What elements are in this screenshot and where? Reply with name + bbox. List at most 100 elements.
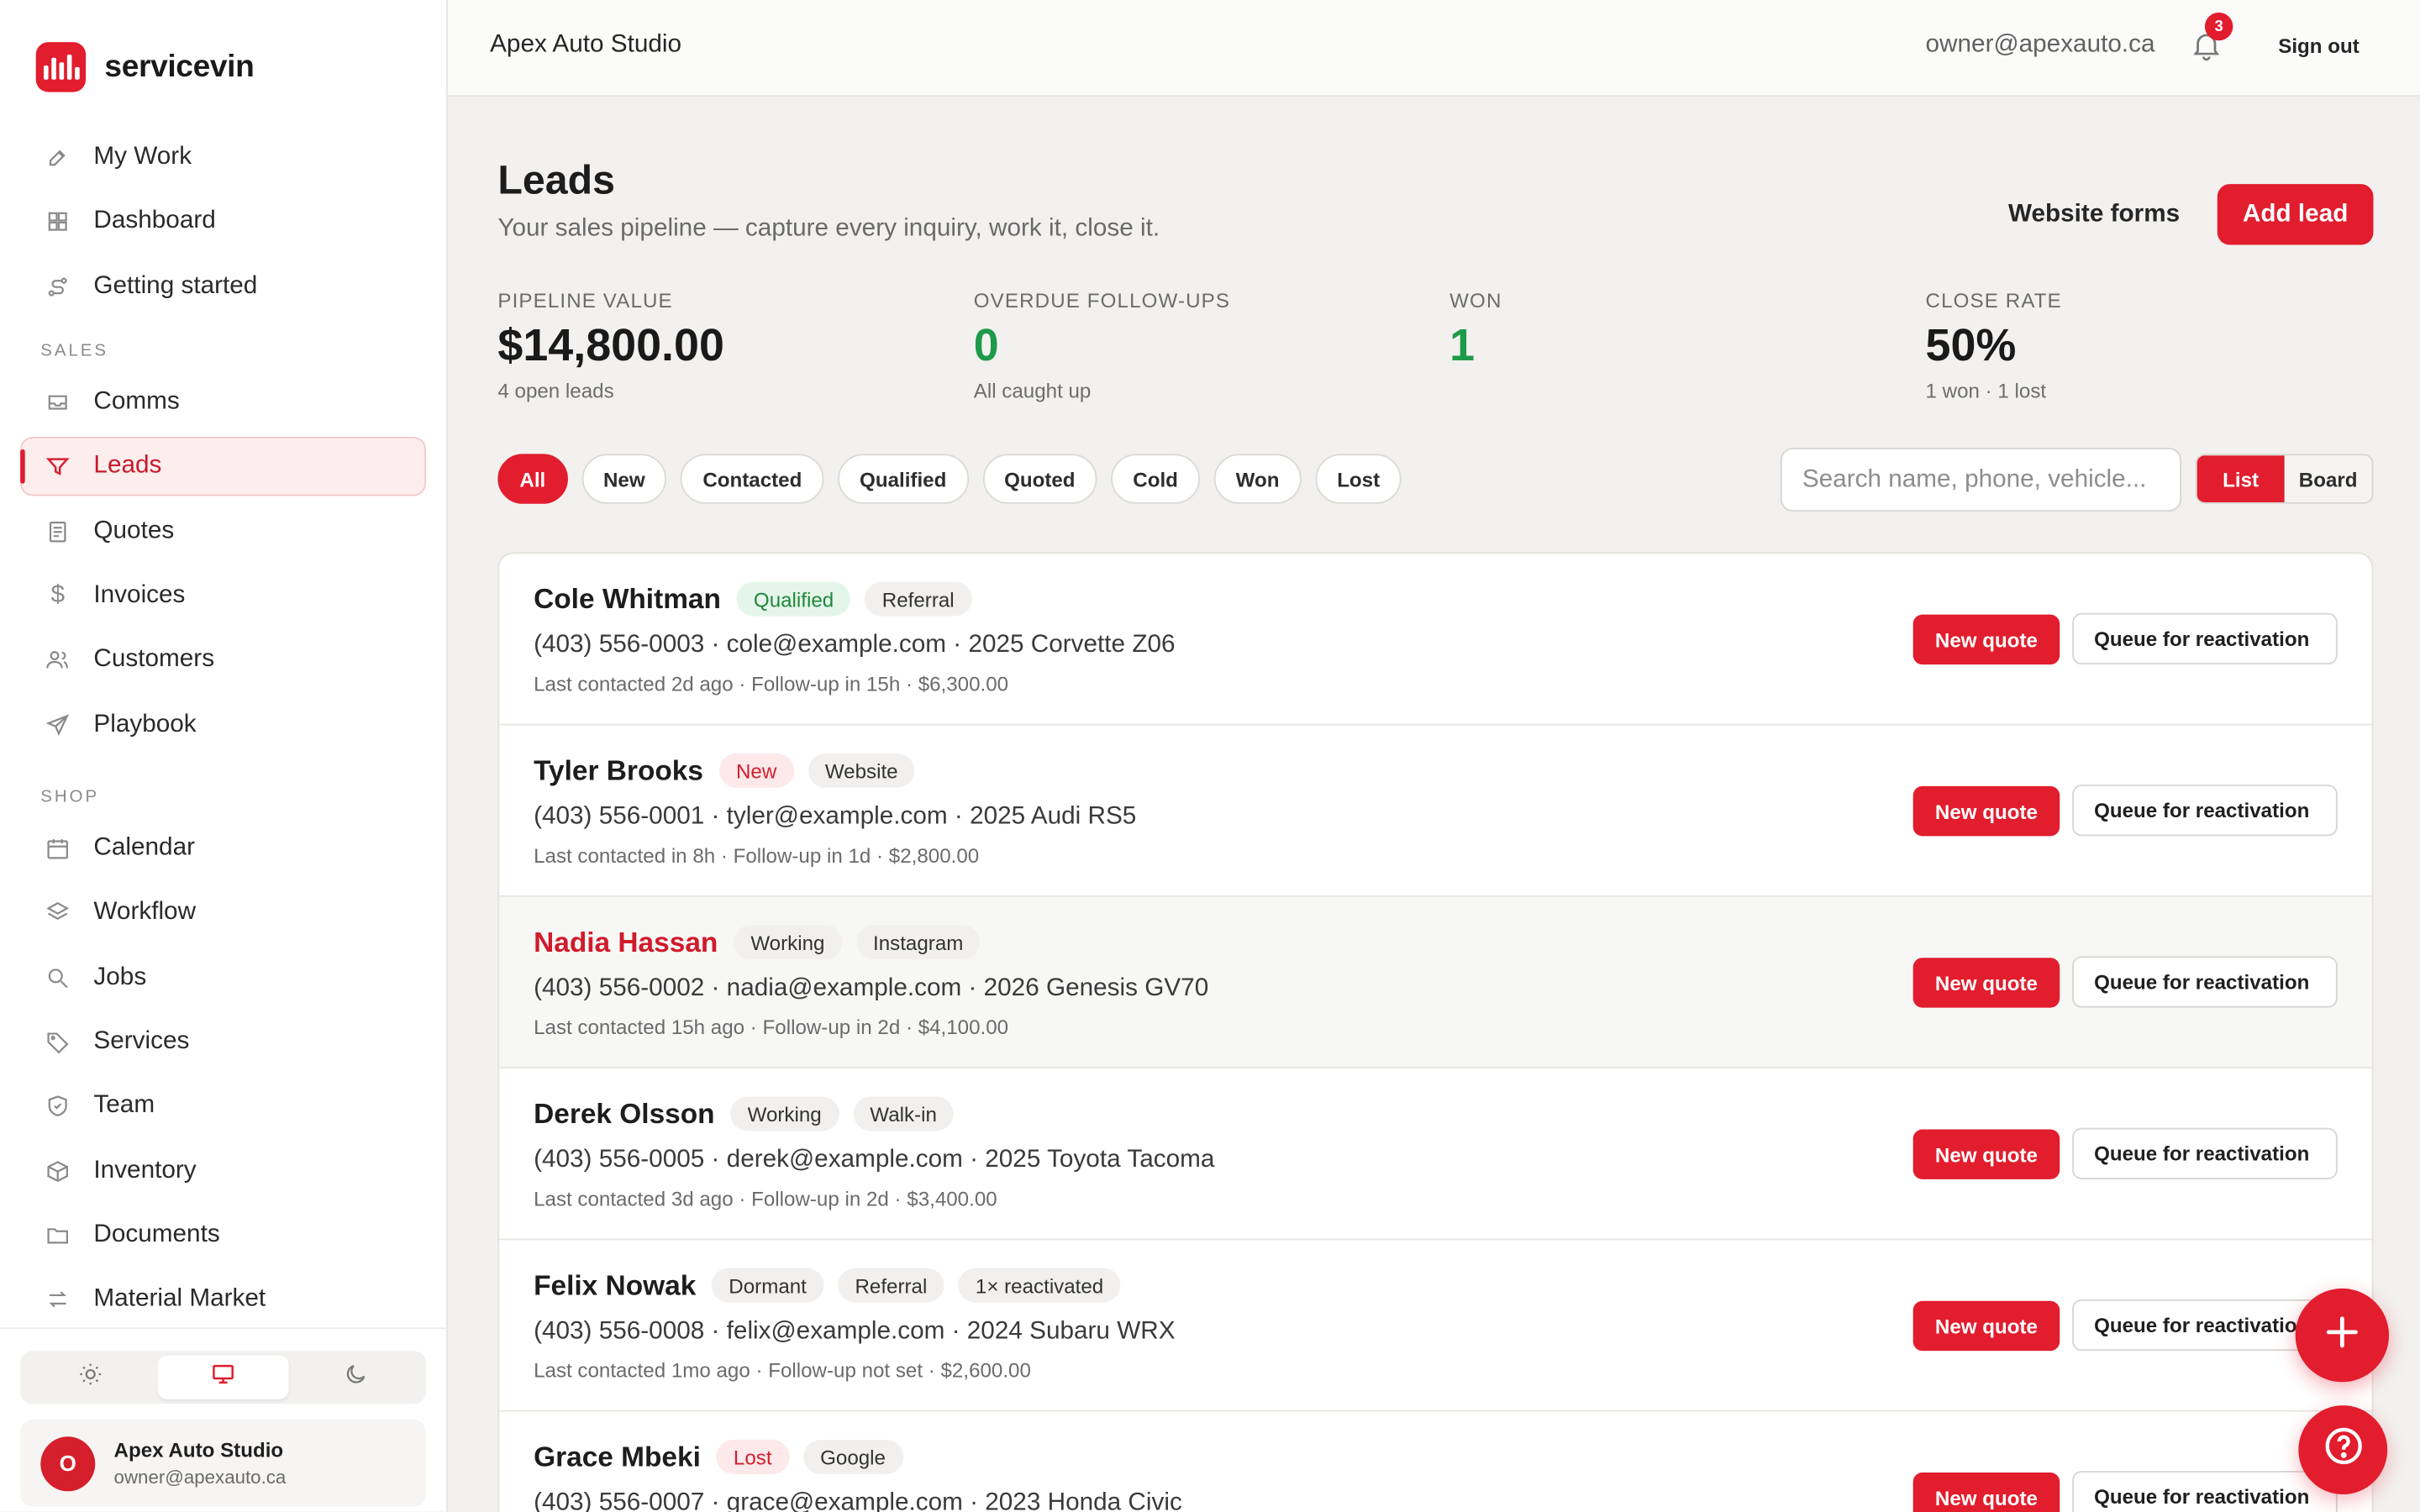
add-lead-button[interactable]: Add lead [2217, 184, 2374, 245]
floating-add-button[interactable] [2295, 1288, 2390, 1383]
queue-reactivation-button[interactable]: Queue for reactivation [2072, 956, 2338, 1008]
sidebar-item-playbook[interactable]: Playbook [20, 696, 426, 755]
lead-name[interactable]: Tyler Brooks [534, 754, 703, 787]
sidebar-item-my-work[interactable]: My Work [20, 128, 426, 187]
notifications-button[interactable]: 3 [2189, 12, 2233, 66]
filter-chip-all[interactable]: All [497, 454, 568, 504]
sidebar-item-label: Comms [93, 387, 180, 415]
stat-pipeline-value: PIPELINE VALUE $14,800.00 4 open leads [497, 289, 724, 403]
wrench-icon [44, 144, 71, 171]
sidebar-item-customers[interactable]: Customers [20, 631, 426, 690]
stat-won: WON 1 [1449, 289, 1502, 373]
status-badge: Dormant [711, 1268, 824, 1303]
sidebar: servicevin My Work Dashboard Getting sta… [0, 0, 448, 1512]
sidebar-item-jobs[interactable]: Jobs [20, 948, 426, 1007]
sidebar-item-material-market[interactable]: Material Market [20, 1270, 426, 1330]
sidebar-item-dashboard[interactable]: Dashboard [20, 192, 426, 252]
search-input[interactable] [1780, 447, 2182, 512]
new-quote-button[interactable]: New quote [1912, 785, 2060, 837]
stat-value: 50% [1925, 321, 2017, 371]
website-forms-button[interactable]: Website forms [2008, 202, 2180, 229]
stat-label: CLOSE RATE [1925, 288, 2062, 312]
source-badge: Referral [865, 581, 972, 617]
filter-chip-quoted[interactable]: Quoted [982, 454, 1097, 504]
queue-reactivation-button[interactable]: Queue for reactivation [2072, 1471, 2338, 1512]
status-badge: Working [730, 1096, 839, 1131]
source-badge: Instagram [855, 925, 981, 960]
sidebar-item-label: Calendar [93, 834, 196, 861]
new-quote-button[interactable]: New quote [1912, 958, 2060, 1008]
queue-reactivation-button[interactable]: Queue for reactivation [2072, 785, 2338, 837]
sidebar-nav: My Work Dashboard Getting started SALES … [20, 128, 426, 1335]
sidebar-item-documents[interactable]: Documents [20, 1206, 426, 1266]
lead-row[interactable]: Felix Nowak Dormant Referral 1× reactiva… [499, 1240, 2372, 1412]
lead-meta: Last contacted 1mo ago · Follow-up not s… [534, 1358, 1031, 1383]
notification-count-badge: 3 [2204, 12, 2233, 41]
sidebar-item-label: Team [93, 1092, 155, 1120]
queue-reactivation-button[interactable]: Queue for reactivation [2072, 612, 2338, 665]
sidebar-item-label: My Work [93, 143, 192, 171]
sidebar-item-comms[interactable]: Comms [20, 372, 426, 432]
new-quote-button[interactable]: New quote [1912, 1473, 2060, 1512]
source-badge: Website [808, 753, 916, 788]
stat-note: 4 open leads [497, 379, 614, 403]
brand-name: servicevin [104, 49, 255, 84]
sidebar-item-leads[interactable]: Leads [20, 437, 426, 496]
help-button[interactable] [2298, 1405, 2388, 1495]
lead-row[interactable]: Derek Olsson Working Walk-in (403) 556-0… [499, 1068, 2372, 1241]
new-quote-button[interactable]: New quote [1912, 1300, 2060, 1352]
filter-chip-contacted[interactable]: Contacted [681, 454, 824, 504]
lead-name[interactable]: Grace Mbeki [534, 1441, 701, 1473]
topbar: Apex Auto Studio owner@apexauto.ca 3 Sig… [447, 0, 2420, 97]
sidebar-item-workflow[interactable]: Workflow [20, 883, 426, 942]
theme-dark-button[interactable] [289, 1356, 421, 1399]
sidebar-item-label: Playbook [93, 711, 197, 738]
tag-icon [44, 1028, 71, 1056]
lead-name[interactable]: Cole Whitman [534, 583, 721, 616]
theme-system-button[interactable] [156, 1355, 290, 1399]
new-quote-button[interactable]: New quote [1912, 1129, 2060, 1179]
lead-row[interactable]: Grace Mbeki Lost Google (403) 556-0007 ·… [499, 1412, 2371, 1512]
box-icon [44, 1157, 71, 1184]
filter-chip-won[interactable]: Won [1213, 454, 1302, 504]
lead-row[interactable]: Nadia Hassan Working Instagram (403) 556… [499, 896, 2372, 1069]
sidebar-item-label: Services [93, 1027, 190, 1055]
filter-chip-lost[interactable]: Lost [1315, 454, 1402, 504]
theme-light-button[interactable] [25, 1356, 157, 1399]
sidebar-item-invoices[interactable]: $ Invoices [20, 566, 426, 626]
filter-chip-cold[interactable]: Cold [1111, 454, 1200, 504]
lead-contact-line: (403) 556-0001 · tyler@example.com · 202… [534, 803, 1137, 830]
sidebar-item-calendar[interactable]: Calendar [20, 818, 426, 878]
stat-overdue-follow-ups: OVERDUE FOLLOW-UPS 0 All caught up [974, 289, 1230, 403]
brand-logo-icon [35, 42, 87, 92]
sidebar-item-inventory[interactable]: Inventory [20, 1142, 426, 1201]
list-view-button[interactable]: List [2196, 455, 2285, 502]
filter-chip-qualified[interactable]: Qualified [838, 454, 969, 504]
queue-reactivation-button[interactable]: Queue for reactivation [2072, 1127, 2338, 1179]
filter-chip-new[interactable]: New [581, 454, 667, 504]
sidebar-item-getting-started[interactable]: Getting started [20, 257, 426, 317]
lead-contact-line: (403) 556-0008 · felix@example.com · 202… [534, 1318, 1176, 1345]
sidebar-item-quotes[interactable]: Quotes [20, 501, 426, 561]
lead-name[interactable]: Felix Nowak [534, 1269, 696, 1302]
stat-value: 1 [1449, 321, 1476, 371]
sidebar-item-team[interactable]: Team [20, 1077, 426, 1137]
status-badge: New [718, 753, 794, 788]
sign-out-button[interactable]: Sign out [2278, 34, 2360, 58]
lead-name[interactable]: Derek Olsson [534, 1097, 715, 1130]
lead-name[interactable]: Nadia Hassan [534, 926, 718, 958]
layers-icon [44, 899, 71, 927]
moon-icon [343, 1361, 368, 1394]
sidebar-item-services[interactable]: Services [20, 1012, 426, 1072]
nav-section-sales: SALES [40, 341, 109, 360]
reactivated-badge: 1× reactivated [958, 1268, 1121, 1303]
new-quote-button[interactable]: New quote [1912, 614, 2060, 665]
lead-row[interactable]: Tyler Brooks New Website (403) 556-0001 … [499, 726, 2372, 897]
main-content: Leads Your sales pipeline — capture ever… [448, 97, 2420, 1512]
brand[interactable]: servicevin [35, 42, 255, 92]
board-view-button[interactable]: Board [2285, 455, 2372, 502]
user-card[interactable]: O Apex Auto Studio owner@apexauto.ca [20, 1419, 426, 1507]
grid-icon [44, 208, 71, 236]
lead-row[interactable]: Cole Whitman Qualified Referral (403) 55… [499, 554, 2372, 726]
lead-contact-line: (403) 556-0003 · cole@example.com · 2025… [534, 632, 1176, 659]
